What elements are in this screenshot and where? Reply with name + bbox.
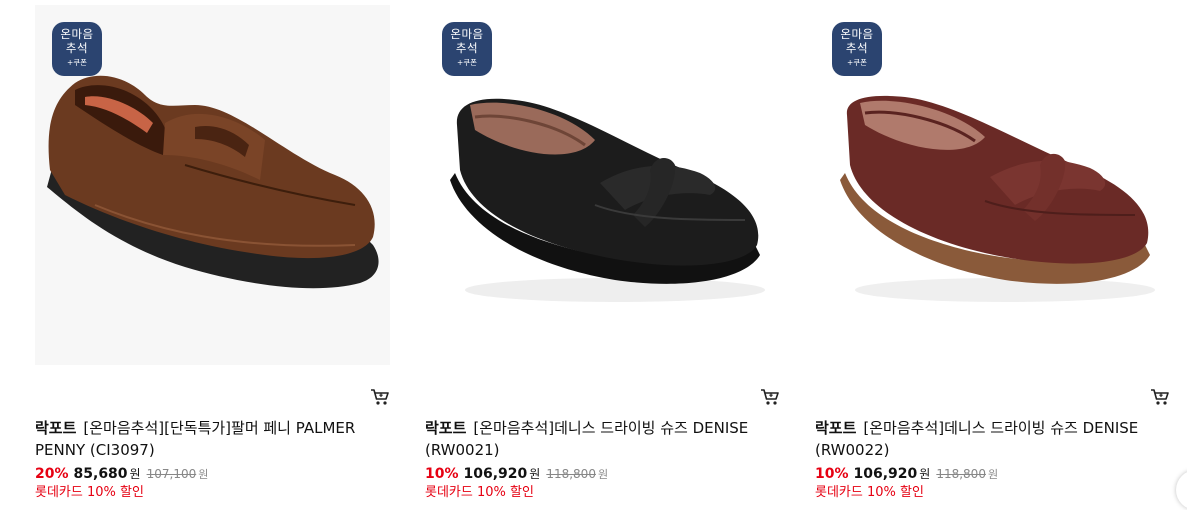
original-price: 118,800 [936,467,986,481]
sale-price: 85,680 [73,466,128,482]
product-card[interactable]: 온마음 추석 +쿠폰 락포트 [온마음추석]데니스 드라이빙 슈즈 DENISE … [425,0,780,508]
badge-line1: 온마음 [840,27,874,41]
sale-price: 106,920 [463,466,528,482]
chuseok-coupon-badge: 온마음 추석 +쿠폰 [832,22,882,76]
badge-line2: 추석 [455,41,479,55]
card-discount-text: 롯데카드 10% 할인 [425,485,534,500]
product-image[interactable]: 온마음 추석 +쿠폰 [35,5,390,365]
price-row: 10% 106,920 원 118,800 원 [815,464,998,485]
currency-label: 원 [129,467,141,481]
product-title[interactable]: 락포트 [온마음추석]데니스 드라이빙 슈즈 DENISE (RW0021) [425,417,770,461]
shopping-cart-icon[interactable] [370,388,390,406]
chuseok-coupon-badge: 온마음 추석 +쿠폰 [442,22,492,76]
currency-label: 원 [919,467,931,481]
currency-label: 원 [529,467,541,481]
original-price: 107,100 [146,467,197,481]
brand-name: 락포트 [35,419,77,437]
card-discount-text: 롯데카드 10% 할인 [815,485,924,500]
product-title[interactable]: 락포트 [온마음추석]데니스 드라이빙 슈즈 DENISE (RW0022) [815,417,1160,461]
card-discount-text: 롯데카드 10% 할인 [35,485,144,500]
product-image[interactable]: 온마음 추석 +쿠폰 [815,5,1170,365]
product-grid: 온마음 추석 +쿠폰 락포트 [온마음추석][단독특가]팔머 페니 PALMER … [0,0,1187,508]
badge-line2: 추석 [845,41,869,55]
product-card[interactable]: 온마음 추석 +쿠폰 락포트 [온마음추석][단독특가]팔머 페니 PALMER … [35,0,390,508]
discount-rate: 10% [425,466,459,482]
product-title[interactable]: 락포트 [온마음추석][단독특가]팔머 페니 PALMER PENNY (CI30… [35,417,380,461]
shopping-cart-icon[interactable] [1150,388,1170,406]
product-name: [온마음추석]데니스 드라이빙 슈즈 DENISE (RW0021) [425,419,749,459]
shopping-cart-icon[interactable] [760,388,780,406]
original-currency-label: 원 [987,468,999,481]
badge-coupon: +쿠폰 [456,58,478,67]
price-row: 10% 106,920 원 118,800 원 [425,464,608,485]
price-row: 20% 85,680 원 107,100 원 [35,464,208,485]
discount-rate: 20% [35,466,69,482]
original-currency-label: 원 [198,468,209,481]
badge-coupon: +쿠폰 [66,58,88,67]
badge-line2: 추석 [65,41,89,55]
badge-coupon: +쿠폰 [846,58,868,67]
original-currency-label: 원 [597,468,609,481]
product-image[interactable]: 온마음 추석 +쿠폰 [425,5,780,365]
badge-line1: 온마음 [60,27,94,41]
product-name: [온마음추석][단독특가]팔머 페니 PALMER PENNY (CI3097) [35,419,356,459]
product-card[interactable]: 온마음 추석 +쿠폰 락포트 [온마음추석]데니스 드라이빙 슈즈 DENISE … [815,0,1170,508]
original-price: 118,800 [546,467,596,481]
discount-rate: 10% [815,466,849,482]
brand-name: 락포트 [425,419,467,437]
sale-price: 106,920 [853,466,918,482]
brand-name: 락포트 [815,419,857,437]
chuseok-coupon-badge: 온마음 추석 +쿠폰 [52,22,102,76]
product-name: [온마음추석]데니스 드라이빙 슈즈 DENISE (RW0022) [815,419,1139,459]
badge-line1: 온마음 [450,27,484,41]
